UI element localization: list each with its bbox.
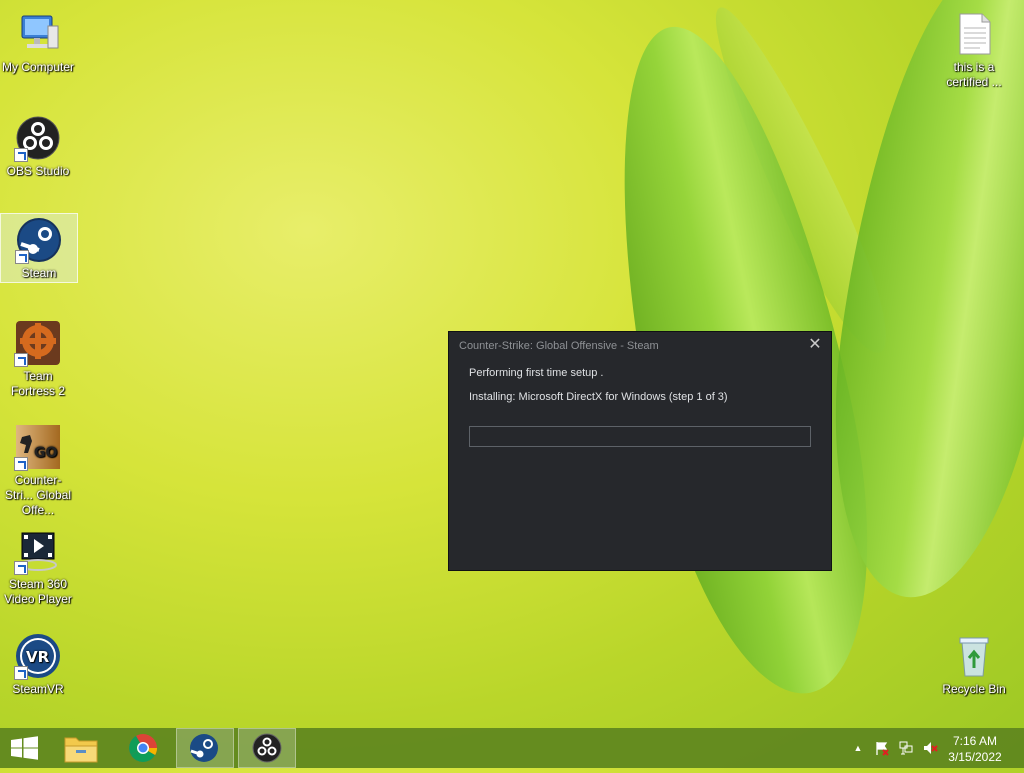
desktop-icon-label: SteamVR (12, 682, 64, 696)
taskbar-file-explorer[interactable] (52, 728, 110, 768)
shortcut-arrow-icon (14, 148, 28, 162)
system-clock[interactable]: 7:16 AM 3/15/2022 (940, 733, 1010, 765)
taskbar-chrome[interactable] (114, 728, 172, 768)
desktop-icon-recycle-bin[interactable]: Recycle Bin (936, 626, 1012, 698)
desktop-icon-label: Counter-Stri... Global Offe... (4, 473, 72, 517)
start-button[interactable] (0, 728, 58, 768)
show-hidden-icons-chevron[interactable]: ▲ (850, 740, 866, 756)
chrome-icon (129, 734, 157, 762)
desktop-icon-label: Steam (21, 266, 57, 280)
desktop-icon-my-computer[interactable]: My Computer (0, 4, 76, 76)
file-explorer-icon (64, 737, 98, 763)
taskbar: ▲ 7:16 AM 3/15/2022 (0, 728, 1024, 768)
desktop-icon-steam[interactable]: Steam (0, 213, 78, 283)
desktop-icon-label: this is a certified ... (946, 60, 1002, 89)
desktop-icon-label: My Computer (1, 60, 75, 74)
install-progress-bar (469, 426, 811, 447)
svg-text:VR: VR (26, 648, 50, 666)
desktop-icon-label: Team Fortress 2 (10, 369, 65, 398)
desktop-icon-team-fortress-2[interactable]: Team Fortress 2 (0, 313, 76, 399)
desktop-icon-steamvr[interactable]: VR SteamVR (0, 626, 76, 698)
svg-text:GO: GO (34, 445, 57, 461)
taskbar-steam[interactable] (176, 728, 234, 768)
windows-logo-icon (11, 736, 38, 760)
recycle-bin-icon (950, 632, 998, 680)
csgo-icon: GO (14, 423, 62, 471)
desktop-icon-text-file[interactable]: this is a certified ... (936, 4, 1012, 90)
text-document-icon (950, 10, 998, 58)
shortcut-arrow-icon (14, 353, 28, 367)
desktop-icon-label: Steam 360 Video Player (4, 577, 72, 606)
clock-time: 7:16 AM (952, 734, 998, 748)
shortcut-arrow-icon (14, 561, 28, 575)
obs-icon (252, 733, 282, 763)
desktop-icon-steam-360-video-player[interactable]: Steam 360 Video Player (0, 521, 76, 611)
shortcut-arrow-icon (14, 666, 28, 680)
clock-date: 3/15/2022 (948, 750, 1002, 764)
taskbar-obs[interactable] (238, 728, 296, 768)
setup-status-text: Performing first time setup . (469, 367, 604, 379)
dialog-title: Counter-Strike: Global Offensive - Steam (459, 340, 659, 352)
steam-icon (15, 216, 63, 264)
install-step-text: Installing: Microsoft DirectX for Window… (469, 391, 728, 403)
steam-setup-dialog: Counter-Strike: Global Offensive - Steam… (448, 331, 832, 571)
steam-icon (190, 734, 218, 762)
network-icon[interactable] (898, 740, 914, 756)
shortcut-arrow-icon (15, 250, 29, 264)
desktop-icon-obs-studio[interactable]: OBS Studio (0, 108, 76, 180)
desktop-icon-label: Recycle Bin (942, 682, 1006, 696)
team-fortress-2-icon (14, 319, 62, 367)
desktop-icon-label: OBS Studio (6, 164, 70, 178)
steamvr-icon: VR (14, 632, 62, 680)
action-center-flag-icon[interactable] (874, 740, 890, 756)
shortcut-arrow-icon (14, 457, 28, 471)
desktop-icon-counter-strike[interactable]: GO Counter-Stri... Global Offe... (0, 417, 76, 517)
obs-icon (14, 114, 62, 162)
video-player-icon (14, 527, 62, 575)
close-icon[interactable]: ✕ (807, 337, 823, 353)
volume-muted-icon[interactable] (922, 740, 938, 756)
computer-icon (14, 10, 62, 58)
